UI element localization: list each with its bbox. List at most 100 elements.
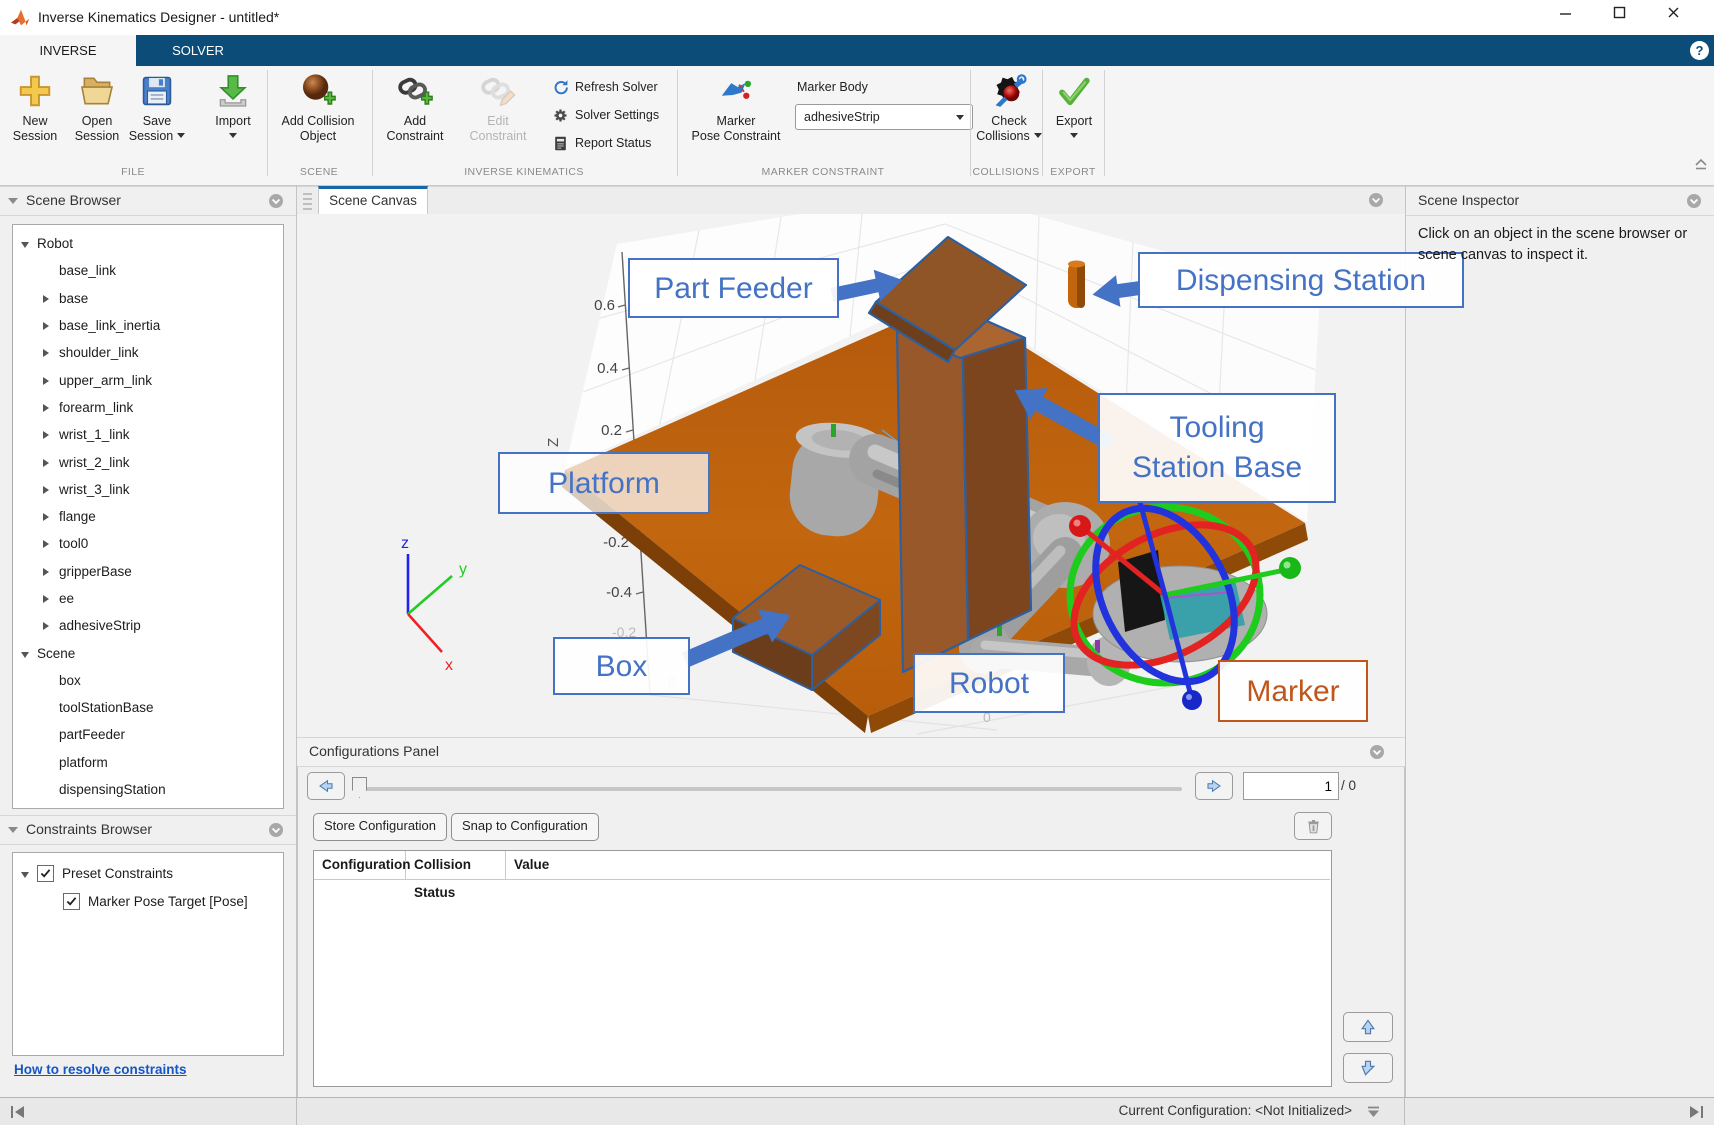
tree-expand-icon[interactable] (43, 400, 59, 415)
tree-item-wrist_3_link[interactable]: wrist_3_link (13, 476, 283, 503)
tree-item-ee[interactable]: ee (13, 585, 283, 612)
constraint-item-marker-pose-target-pose-[interactable]: Marker Pose Target [Pose] (13, 887, 283, 915)
tree-item-Scene[interactable]: Scene (13, 639, 283, 666)
refresh-solver-button[interactable]: Refresh Solver (552, 76, 658, 98)
tree-item-upper_arm_link[interactable]: upper_arm_link (13, 366, 283, 393)
constraints-browser-list[interactable]: Preset ConstraintsMarker Pose Target [Po… (12, 852, 284, 1056)
configuration-slider[interactable] (352, 787, 1182, 791)
minimize-button[interactable] (1548, 6, 1582, 29)
tree-expand-icon[interactable] (43, 618, 59, 633)
tree-item-shoulder_link[interactable]: shoulder_link (13, 339, 283, 366)
marker-pose-constraint-button[interactable]: Marker Pose Constraint (686, 70, 786, 144)
collapse-right-panel-icon[interactable] (1688, 1105, 1704, 1119)
help-button[interactable]: ? (1690, 41, 1709, 60)
collapse-panel-icon[interactable] (8, 198, 18, 204)
collapse-left-panel-icon[interactable] (10, 1105, 26, 1119)
import-button[interactable]: Import (207, 70, 259, 144)
dock-grip-icon[interactable] (303, 193, 312, 210)
import-icon (214, 72, 252, 110)
move-configuration-up-button[interactable] (1343, 1012, 1393, 1042)
tree-expand-icon[interactable] (43, 564, 59, 579)
save-session-button[interactable]: Save Session (124, 70, 190, 144)
constraint-checkbox[interactable] (63, 893, 80, 910)
column-header-value[interactable]: Value (506, 851, 1330, 879)
tab-scene-canvas[interactable]: Scene Canvas (318, 186, 428, 214)
tree-item-dispensingStation[interactable]: dispensingStation (13, 776, 283, 803)
tree-expand-icon[interactable] (43, 427, 59, 442)
move-configuration-down-button[interactable] (1343, 1053, 1393, 1083)
tree-expand-icon[interactable] (21, 646, 37, 661)
panel-options-icon[interactable] (1369, 744, 1385, 760)
tree-item-tool0[interactable]: tool0 (13, 530, 283, 557)
delete-configuration-button[interactable] (1294, 812, 1332, 840)
marker-body-dropdown[interactable]: adhesiveStrip (795, 104, 973, 130)
tree-expand-icon[interactable] (21, 236, 37, 251)
tree-expand-icon[interactable] (43, 482, 59, 497)
tree-item-toolStationBase[interactable]: toolStationBase (13, 694, 283, 721)
callout-box: Box (553, 637, 690, 695)
matlab-logo-icon (10, 7, 32, 29)
report-status-button[interactable]: Report Status (552, 132, 651, 154)
constraints-browser-header[interactable]: Constraints Browser (0, 815, 296, 845)
column-header-collision-status[interactable]: Collision Status (406, 851, 506, 879)
configurations-table[interactable]: Configuration Collision Status Value (313, 850, 1332, 1087)
tree-item-box[interactable]: box (13, 667, 283, 694)
snap-to-configuration-button[interactable]: Snap to Configuration (451, 813, 599, 841)
configuration-slider-thumb[interactable] (352, 777, 367, 798)
tree-item-base_link_inertia[interactable]: base_link_inertia (13, 312, 283, 339)
scene-browser-tree[interactable]: Robotbase_linkbasebase_link_inertiashoul… (12, 224, 284, 809)
tree-expand-icon[interactable] (43, 318, 59, 333)
configuration-index-input[interactable] (1243, 772, 1339, 800)
add-collision-object-button[interactable]: Add Collision Object (272, 70, 364, 144)
tab-solver[interactable]: SOLVER (150, 35, 246, 66)
callout-dispensing-station: Dispensing Station (1138, 252, 1464, 308)
tab-inverse-kinematics[interactable]: INVERSE KINEMATICS (0, 35, 136, 66)
tree-expand-icon[interactable] (43, 591, 59, 606)
configurations-panel-header[interactable]: Configurations Panel (297, 737, 1405, 767)
scene-inspector-header[interactable]: Scene Inspector (1406, 186, 1714, 216)
tree-item-wrist_2_link[interactable]: wrist_2_link (13, 448, 283, 475)
tree-item-Robot[interactable]: Robot (13, 230, 283, 257)
close-button[interactable] (1656, 6, 1690, 29)
collapse-toolstrip-icon[interactable] (1694, 158, 1708, 170)
constraint-item-preset-constraints[interactable]: Preset Constraints (13, 859, 283, 887)
tree-item-wrist_1_link[interactable]: wrist_1_link (13, 421, 283, 448)
tree-item-base_link[interactable]: base_link (13, 257, 283, 284)
collapse-configurations-panel-icon[interactable] (1366, 1106, 1381, 1118)
panel-options-icon[interactable] (268, 822, 284, 838)
panel-options-icon[interactable] (268, 193, 284, 209)
solver-settings-button[interactable]: Solver Settings (552, 104, 659, 126)
tree-expand-icon[interactable] (43, 345, 59, 360)
next-configuration-button[interactable] (1195, 772, 1233, 800)
constraint-checkbox[interactable] (37, 865, 54, 882)
maximize-button[interactable] (1602, 6, 1636, 29)
previous-configuration-button[interactable] (307, 772, 345, 800)
tree-item-forearm_link[interactable]: forearm_link (13, 394, 283, 421)
check-collisions-button[interactable]: Check Collisions (968, 70, 1050, 144)
new-session-button[interactable]: New Session (6, 70, 64, 144)
tree-expand-icon[interactable] (43, 455, 59, 470)
tree-item-adhesiveStrip[interactable]: adhesiveStrip (13, 612, 283, 639)
tree-expand-icon[interactable] (43, 509, 59, 524)
column-header-configuration[interactable]: Configuration (314, 851, 406, 879)
open-session-button[interactable]: Open Session (67, 70, 127, 144)
how-to-resolve-constraints-link[interactable]: How to resolve constraints (14, 1062, 187, 1077)
tree-item-platform[interactable]: platform (13, 749, 283, 776)
panel-options-icon[interactable] (1368, 192, 1384, 208)
add-constraint-button[interactable]: Add Constraint (378, 70, 452, 144)
tree-expand-icon[interactable] (43, 291, 59, 306)
export-button[interactable]: Export (1048, 70, 1100, 144)
panel-options-icon[interactable] (1686, 193, 1702, 209)
scene-canvas-viewport[interactable]: -0.2 0 0 0.6 0.4 0.2 -0.2 -0.4 Z (297, 214, 1405, 737)
tree-expand-icon[interactable] (21, 866, 37, 881)
collapse-panel-icon[interactable] (8, 827, 18, 833)
tree-item-gripperBase[interactable]: gripperBase (13, 558, 283, 585)
tree-item-base[interactable]: base (13, 285, 283, 312)
store-configuration-button[interactable]: Store Configuration (313, 813, 447, 841)
scene-browser-header[interactable]: Scene Browser (0, 186, 296, 216)
tree-expand-icon[interactable] (43, 373, 59, 388)
tree-item-partFeeder[interactable]: partFeeder (13, 721, 283, 748)
marker-y-handle (1279, 557, 1301, 579)
tree-item-flange[interactable]: flange (13, 503, 283, 530)
tree-expand-icon[interactable] (43, 536, 59, 551)
